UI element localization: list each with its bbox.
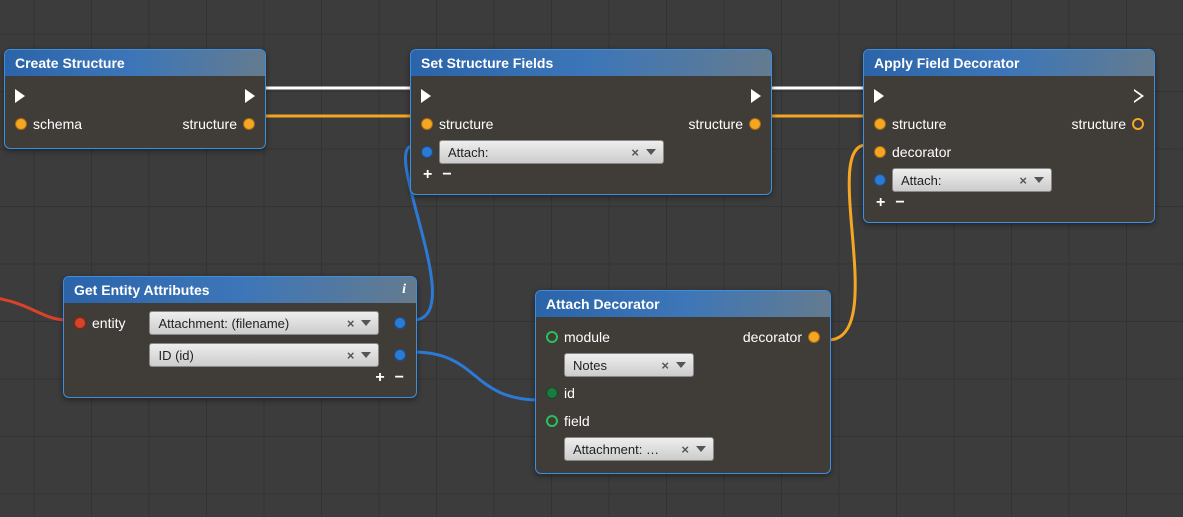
node-title[interactable]: Create Structure (5, 50, 265, 76)
attach-dropdown[interactable]: Attach: × (439, 140, 664, 164)
clear-icon[interactable]: × (343, 348, 359, 363)
label-structure-out: structure (689, 116, 743, 132)
port-attach-in[interactable] (421, 146, 433, 158)
node-set-structure-fields[interactable]: Set Structure Fields structure structure… (410, 49, 772, 195)
port-entity-in[interactable] (74, 317, 86, 329)
remove-pin-button[interactable]: − (895, 194, 904, 212)
title-text: Get Entity Attributes (74, 277, 210, 303)
dropdown-text: Attach: (897, 173, 1015, 188)
title-text: Set Structure Fields (421, 50, 553, 76)
node-title[interactable]: Attach Decorator (536, 291, 830, 317)
add-pin-button[interactable]: + (876, 194, 885, 212)
node-title[interactable]: Get Entity Attributes i (64, 277, 416, 303)
clear-icon[interactable]: × (627, 145, 643, 160)
clear-icon[interactable]: × (343, 316, 359, 331)
label-decorator-in: decorator (892, 144, 951, 160)
clear-icon[interactable]: × (677, 442, 693, 457)
remove-pin-button[interactable]: − (395, 369, 404, 387)
port-module-in[interactable] (546, 331, 558, 343)
attach-dropdown[interactable]: Attach: × (892, 168, 1052, 192)
label-field: field (564, 413, 590, 429)
node-create-structure[interactable]: Create Structure schema structure (4, 49, 266, 149)
chevron-down-icon[interactable] (361, 352, 371, 358)
port-id-in[interactable] (546, 387, 558, 399)
module-dropdown[interactable]: Notes × (564, 353, 694, 377)
port-attach-in[interactable] (874, 174, 886, 186)
label-module: module (564, 329, 610, 345)
dropdown-text: Notes (569, 358, 657, 373)
port-structure-in[interactable] (874, 118, 886, 130)
label-structure-out: structure (1072, 116, 1126, 132)
attr-dropdown-1[interactable]: Attachment: (filename) × (149, 311, 379, 335)
node-apply-field-decorator[interactable]: Apply Field Decorator structure structur… (863, 49, 1155, 223)
node-title[interactable]: Set Structure Fields (411, 50, 771, 76)
node-attach-decorator[interactable]: Attach Decorator module decorator Notes … (535, 290, 831, 474)
title-text: Attach Decorator (546, 291, 660, 317)
dropdown-text: Attach: (444, 145, 627, 160)
chevron-down-icon[interactable] (1034, 177, 1044, 183)
label-structure-out: structure (183, 116, 237, 132)
graph-canvas[interactable]: Create Structure schema structure Set St… (0, 0, 1183, 517)
chevron-down-icon[interactable] (696, 446, 706, 452)
info-icon[interactable]: i (402, 277, 406, 303)
label-decorator-out: decorator (743, 329, 802, 345)
port-attr-out-1[interactable] (394, 317, 406, 329)
attr-dropdown-2[interactable]: ID (id) × (149, 343, 379, 367)
label-structure-in: structure (439, 116, 493, 132)
port-attr-out-2[interactable] (394, 349, 406, 361)
label-schema: schema (33, 116, 82, 132)
exec-out-icon[interactable] (1134, 82, 1144, 110)
port-structure-out[interactable] (749, 118, 761, 130)
port-structure-in[interactable] (421, 118, 433, 130)
port-decorator-in[interactable] (874, 146, 886, 158)
field-dropdown[interactable]: Attachment: … × (564, 437, 714, 461)
add-pin-button[interactable]: + (375, 369, 384, 387)
clear-icon[interactable]: × (657, 358, 673, 373)
port-decorator-out[interactable] (808, 331, 820, 343)
exec-out-icon[interactable] (245, 89, 255, 103)
remove-pin-button[interactable]: − (442, 166, 451, 184)
port-field-in[interactable] (546, 415, 558, 427)
exec-out-icon[interactable] (751, 89, 761, 103)
label-id: id (564, 385, 575, 401)
label-entity: entity (92, 315, 125, 331)
add-pin-button[interactable]: + (423, 166, 432, 184)
clear-icon[interactable]: × (1015, 173, 1031, 188)
chevron-down-icon[interactable] (361, 320, 371, 326)
chevron-down-icon[interactable] (676, 362, 686, 368)
dropdown-text: ID (id) (154, 348, 342, 363)
dropdown-text: Attachment: … (569, 442, 677, 457)
chevron-down-icon[interactable] (646, 149, 656, 155)
port-structure-out[interactable] (243, 118, 255, 130)
port-structure-out[interactable] (1132, 118, 1144, 130)
title-text: Apply Field Decorator (874, 50, 1019, 76)
exec-in-icon[interactable] (15, 89, 25, 103)
exec-in-icon[interactable] (874, 89, 884, 103)
node-get-entity-attributes[interactable]: Get Entity Attributes i entity Attachmen… (63, 276, 417, 398)
title-text: Create Structure (15, 50, 125, 76)
exec-in-icon[interactable] (421, 89, 431, 103)
dropdown-text: Attachment: (filename) (154, 316, 342, 331)
node-title[interactable]: Apply Field Decorator (864, 50, 1154, 76)
port-schema-in[interactable] (15, 118, 27, 130)
label-structure-in: structure (892, 116, 946, 132)
